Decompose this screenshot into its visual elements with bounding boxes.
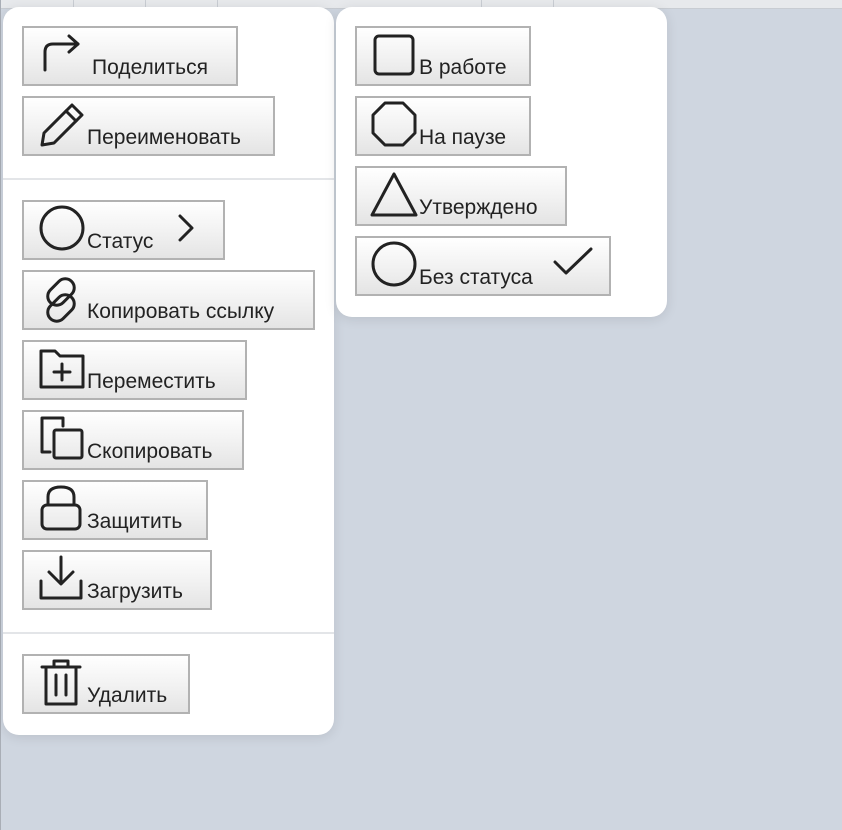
status-option-label: Без статуса: [419, 266, 533, 289]
duplicate-label: Скопировать: [87, 440, 213, 463]
checkmark-icon: [553, 247, 593, 282]
protect-button[interactable]: Защитить: [22, 480, 208, 540]
menu-divider: [3, 178, 334, 180]
status-submenu: В работе На паузе Утверждено Без статуса: [336, 7, 667, 317]
chevron-right-icon: [177, 214, 195, 247]
square-icon: [372, 33, 416, 77]
delete-label: Удалить: [87, 684, 168, 707]
move-label: Переместить: [87, 370, 216, 393]
copy-link-label: Копировать ссылку: [87, 300, 275, 323]
octagon-icon: [371, 101, 417, 147]
rename-button[interactable]: Переименовать: [22, 96, 275, 156]
status-option-label: Утверждено: [419, 196, 538, 219]
status-option-label: На паузе: [419, 126, 507, 149]
copy-icon: [39, 416, 85, 462]
duplicate-button[interactable]: Скопировать: [22, 410, 244, 470]
folder-plus-icon: [39, 347, 85, 389]
copy-link-button[interactable]: Копировать ссылку: [22, 270, 315, 330]
menu-divider: [3, 632, 334, 634]
protect-label: Защитить: [87, 510, 183, 533]
rename-label: Переименовать: [87, 126, 241, 149]
share-button[interactable]: Поделиться: [22, 26, 238, 86]
move-button[interactable]: Переместить: [22, 340, 247, 400]
context-menu: Поделиться Переименовать Статус Копирова…: [3, 7, 334, 735]
status-option-approved[interactable]: Утверждено: [355, 166, 567, 226]
link-icon: [39, 277, 85, 323]
circle-icon: [39, 205, 85, 251]
status-label: Статус: [87, 230, 154, 253]
share-arrow-icon: [41, 30, 85, 74]
triangle-icon: [370, 171, 418, 217]
download-button[interactable]: Загрузить: [22, 550, 212, 610]
download-icon: [39, 555, 83, 601]
status-option-label: В работе: [419, 56, 507, 79]
download-label: Загрузить: [87, 580, 183, 603]
delete-button[interactable]: Удалить: [22, 654, 190, 714]
status-button[interactable]: Статус: [22, 200, 225, 260]
share-label: Поделиться: [92, 56, 208, 79]
background-edge: [0, 0, 1, 830]
pencil-icon: [39, 102, 85, 148]
trash-icon: [40, 659, 82, 707]
circle-icon: [371, 241, 417, 287]
status-option-paused[interactable]: На паузе: [355, 96, 531, 156]
lock-icon: [39, 485, 83, 531]
status-option-no-status[interactable]: Без статуса: [355, 236, 611, 296]
status-option-in-progress[interactable]: В работе: [355, 26, 531, 86]
